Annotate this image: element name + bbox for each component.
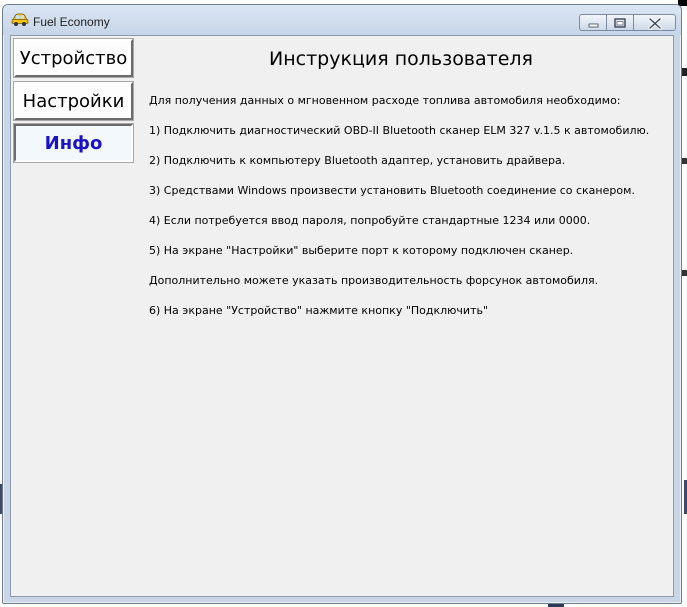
maximize-icon [614, 18, 626, 28]
device-button[interactable]: Устройство [13, 38, 134, 78]
desktop-fragment [682, 68, 687, 76]
instruction-line: Дополнительно можете указать производите… [149, 274, 599, 287]
instruction-line: 6) На экране "Устройство" нажмите кнопку… [149, 304, 489, 317]
client-area: Устройство Настройки Инфо Инструкция пол… [10, 35, 674, 597]
instruction-line: 2) Подключить к компьютеру Bluetooth ада… [149, 154, 566, 167]
instruction-line: 1) Подключить диагностический OBD-II Blu… [149, 124, 650, 137]
car-icon [11, 11, 29, 27]
desktop-fragment [682, 158, 687, 164]
title-bar[interactable]: Fuel Economy [3, 5, 681, 35]
minimize-button[interactable] [579, 14, 607, 31]
info-button[interactable]: Инфо [13, 123, 134, 163]
window-title: Fuel Economy [33, 15, 110, 29]
instruction-line: 5) На экране "Настройки" выберите порт к… [149, 244, 574, 257]
instruction-line: 3) Средствами Windows произвести установ… [149, 184, 635, 197]
instruction-list: Для получения данных о мгновенном расход… [149, 94, 669, 334]
app-window: Fuel Economy Устройство Настройки Инфо И… [2, 4, 682, 604]
maximize-button[interactable] [607, 14, 634, 31]
close-button[interactable] [634, 14, 676, 31]
close-icon [648, 17, 662, 30]
instruction-line: 4) Если потребуется ввод пароля, попробу… [149, 214, 591, 227]
instruction-line: Для получения данных о мгновенном расход… [149, 94, 621, 107]
desktop-fragment [682, 270, 687, 276]
page-title: Инструкция пользователя [269, 48, 533, 70]
settings-button[interactable]: Настройки [13, 81, 134, 121]
minimize-icon [588, 23, 599, 28]
